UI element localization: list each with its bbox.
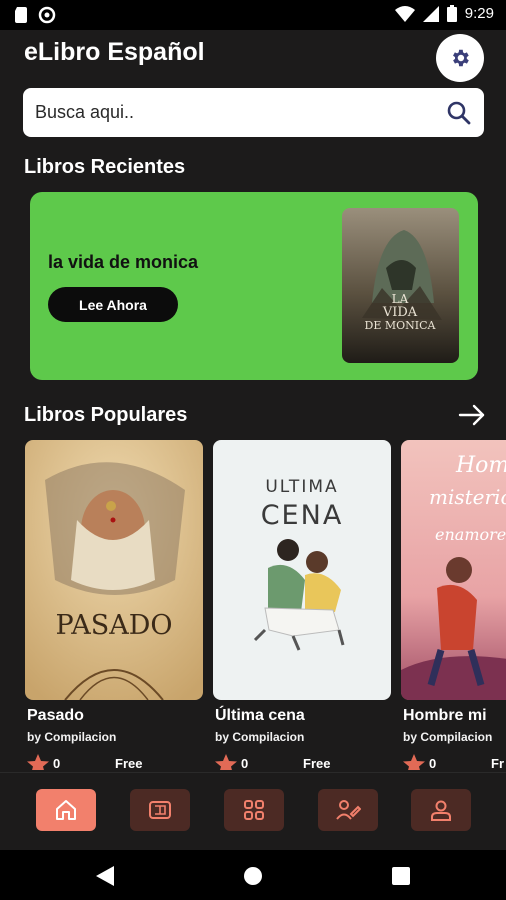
- recent-cover-text-3: DE MONICA: [365, 319, 437, 332]
- price-label: Fr: [491, 756, 504, 770]
- book-icon: [149, 801, 171, 819]
- recent-book-title: la vida de monica: [48, 252, 199, 272]
- gear-icon: [453, 49, 469, 67]
- system-navigation: [0, 850, 506, 900]
- grid-icon: [244, 800, 264, 820]
- bottom-navigation: [0, 772, 506, 850]
- nav-library-button[interactable]: [130, 789, 190, 831]
- nav-categories-button[interactable]: [224, 789, 284, 831]
- star-icon: [215, 754, 237, 770]
- sd-card-icon: [15, 7, 27, 23]
- book-meta: 0 Free: [27, 754, 203, 770]
- likes-count: 0: [429, 756, 437, 770]
- back-icon[interactable]: [96, 866, 114, 886]
- book-cover-text-1: Homb: [455, 453, 506, 478]
- book-title: Hombre mi: [403, 707, 487, 724]
- writer-icon: [336, 800, 361, 820]
- clock: 9:29: [464, 5, 494, 22]
- book-cover-text-3: enamorez: [435, 525, 506, 544]
- battery-icon: [446, 5, 457, 22]
- search-bar: [23, 88, 484, 137]
- star-icon: [403, 754, 425, 770]
- book-title: Pasado: [27, 707, 84, 724]
- wifi-icon: [394, 5, 415, 22]
- book-meta: 0 Fr: [403, 754, 506, 770]
- nav-write-button[interactable]: [318, 789, 378, 831]
- home-icon: [56, 800, 76, 820]
- popular-section-title: Libros Populares: [24, 404, 188, 426]
- likes-count: 0: [53, 756, 61, 770]
- home-circle-icon[interactable]: [243, 866, 263, 886]
- recents-icon[interactable]: [392, 867, 410, 885]
- nav-profile-button[interactable]: [411, 789, 471, 831]
- book-cover[interactable]: Homb misterios enamorez: [401, 440, 506, 700]
- likes-count: 0: [241, 756, 249, 770]
- book-author: by Compilacion: [27, 730, 117, 744]
- book-cover-text-2: misterios: [429, 485, 506, 509]
- profile-icon: [431, 800, 451, 821]
- recent-cover-text-1: LA: [392, 292, 409, 306]
- book-cover-text: PASADO: [56, 610, 173, 641]
- search-input[interactable]: [35, 88, 435, 137]
- recent-book-cover[interactable]: LA VIDA DE MONICA: [342, 208, 459, 363]
- price-label: Free: [303, 756, 331, 770]
- sync-icon: [38, 6, 56, 24]
- book-cover[interactable]: ULTIMA CENA: [213, 440, 391, 700]
- book-card-hombre[interactable]: Homb misterios enamorez Hombre mi by Com…: [401, 440, 506, 780]
- search-icon[interactable]: [446, 100, 472, 126]
- price-label: Free: [115, 756, 143, 770]
- signal-icon: [422, 5, 439, 22]
- recent-section-title: Libros Recientes: [24, 156, 186, 178]
- arrow-right-icon[interactable]: [458, 402, 486, 428]
- nav-home-button[interactable]: [36, 789, 96, 831]
- app-title: eLibro Español: [24, 38, 205, 66]
- book-cover-text-2: CENA: [261, 500, 344, 531]
- read-now-button[interactable]: Lee Ahora: [48, 287, 178, 322]
- recent-book-card[interactable]: la vida de monica Lee Ahora LA VIDA DE M…: [30, 192, 478, 380]
- star-icon: [27, 754, 49, 770]
- book-author: by Compilacion: [403, 730, 493, 744]
- settings-button[interactable]: [436, 34, 484, 82]
- book-title: Última cena: [215, 707, 305, 724]
- book-author: by Compilacion: [215, 730, 305, 744]
- book-cover-text-1: ULTIMA: [265, 477, 338, 497]
- book-cover[interactable]: PASADO: [25, 440, 203, 700]
- book-meta: 0 Free: [215, 754, 391, 770]
- status-bar: 9:29: [0, 0, 506, 30]
- recent-cover-text-2: VIDA: [382, 305, 418, 320]
